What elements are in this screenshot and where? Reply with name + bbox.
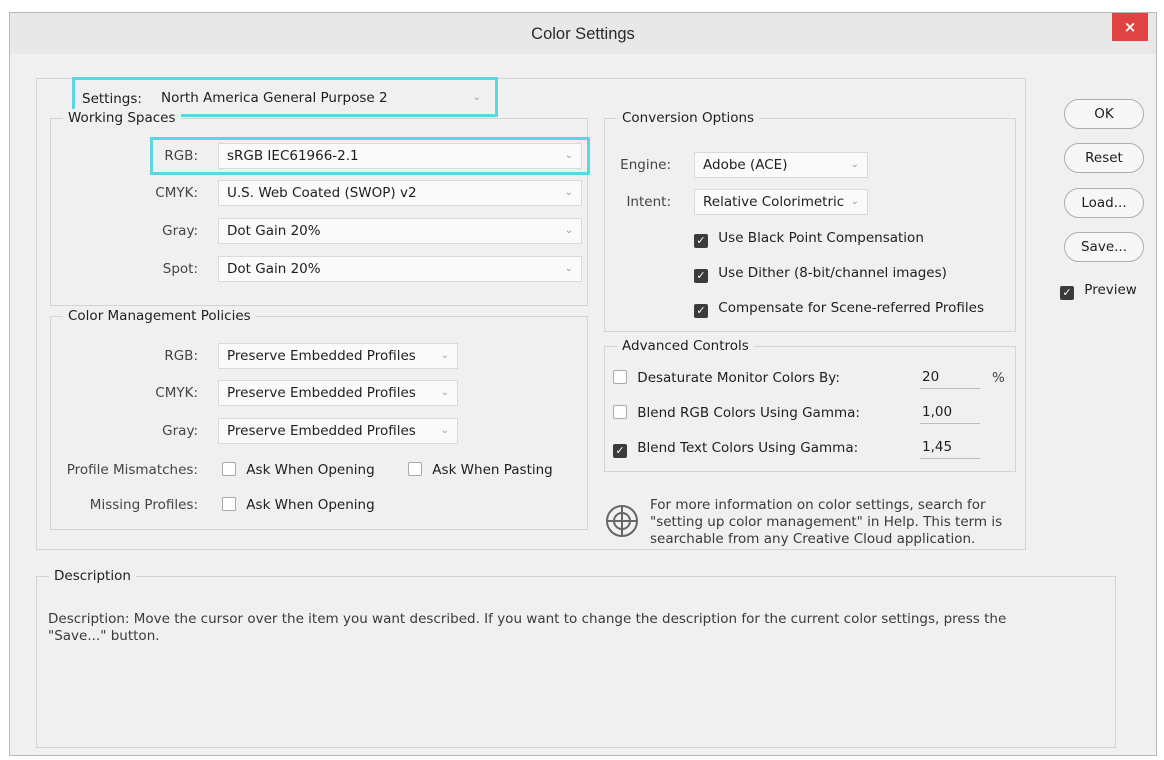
ask-when-opening-label: Ask When Opening	[246, 462, 375, 478]
ws-spot-label: Spot:	[162, 261, 198, 277]
policies-title: Color Management Policies	[63, 307, 256, 325]
engine-value: Adobe (ACE)	[703, 157, 788, 173]
blend-text-checkbox[interactable]: ✓ Blend Text Colors Using Gamma:	[613, 440, 858, 458]
dither-label: Use Dither (8-bit/channel images)	[718, 265, 947, 281]
desaturate-checkbox[interactable]: Desaturate Monitor Colors By:	[613, 370, 840, 386]
profile-mismatches-label: Profile Mismatches:	[66, 462, 198, 478]
intent-select[interactable]: Relative Colorimetric ⌄	[694, 189, 868, 215]
close-button[interactable]: ×	[1112, 13, 1148, 41]
chevron-down-icon: ⌄	[440, 350, 449, 361]
chevron-down-icon: ⌄	[564, 187, 573, 198]
ask-when-opening-checkbox[interactable]: Ask When Opening	[222, 462, 375, 478]
advanced-controls-title: Advanced Controls	[617, 337, 754, 355]
missing-profiles-label: Missing Profiles:	[89, 497, 198, 513]
info-text: For more information on color settings, …	[650, 497, 1003, 547]
settings-label: Settings:	[82, 91, 142, 107]
ws-rgb-label: RGB:	[164, 148, 198, 164]
description-title: Description	[49, 567, 136, 585]
checkmark-icon: ✓	[694, 234, 708, 248]
pol-rgb-label: RGB:	[164, 348, 198, 364]
chevron-down-icon: ⌄	[564, 150, 573, 161]
dialog-title: Color Settings	[531, 25, 635, 43]
scene-referred-label: Compensate for Scene-referred Profiles	[718, 300, 985, 316]
preview-label: Preview	[1084, 282, 1137, 298]
settings-select[interactable]: North America General Purpose 2 ⌄	[152, 85, 490, 111]
ws-gray-select[interactable]: Dot Gain 20% ⌄	[218, 218, 582, 244]
intent-value: Relative Colorimetric	[703, 194, 845, 210]
ws-cmyk-select[interactable]: U.S. Web Coated (SWOP) v2 ⌄	[218, 180, 582, 206]
ws-rgb-value: sRGB IEC61966-2.1	[227, 148, 359, 164]
desaturate-input[interactable]: 20	[920, 366, 980, 389]
dither-checkbox[interactable]: ✓ Use Dither (8-bit/channel images)	[694, 265, 947, 283]
pol-cmyk-select[interactable]: Preserve Embedded Profiles ⌄	[218, 380, 458, 406]
ws-spot-select[interactable]: Dot Gain 20% ⌄	[218, 256, 582, 282]
conversion-options-title: Conversion Options	[617, 109, 760, 127]
chevron-down-icon: ⌄	[472, 92, 481, 103]
description-group: Description	[36, 567, 1116, 748]
load-button[interactable]: Load...	[1064, 188, 1144, 218]
pol-gray-select[interactable]: Preserve Embedded Profiles ⌄	[218, 418, 458, 444]
ok-button[interactable]: OK	[1064, 99, 1144, 129]
pol-cmyk-value: Preserve Embedded Profiles	[227, 385, 416, 401]
ask-when-pasting-checkbox[interactable]: Ask When Pasting	[408, 462, 553, 478]
desaturate-unit: %	[992, 370, 1005, 386]
chevron-down-icon: ⌄	[564, 225, 573, 236]
chevron-down-icon: ⌄	[440, 425, 449, 436]
chevron-down-icon: ⌄	[564, 263, 573, 274]
scene-referred-checkbox[interactable]: ✓ Compensate for Scene-referred Profiles	[694, 300, 984, 318]
ws-cmyk-value: U.S. Web Coated (SWOP) v2	[227, 185, 417, 201]
pol-gray-value: Preserve Embedded Profiles	[227, 423, 416, 439]
ws-cmyk-label: CMYK:	[155, 185, 198, 201]
description-text: Description: Move the cursor over the it…	[48, 611, 1007, 644]
ws-spot-value: Dot Gain 20%	[227, 261, 321, 277]
chevron-down-icon: ⌄	[850, 196, 859, 207]
ws-gray-label: Gray:	[162, 223, 198, 239]
pol-cmyk-label: CMYK:	[155, 385, 198, 401]
checkbox-icon	[408, 462, 422, 476]
checkbox-icon	[222, 497, 236, 511]
working-spaces-title: Working Spaces	[63, 109, 181, 127]
chevron-down-icon: ⌄	[440, 387, 449, 398]
checkbox-icon	[613, 370, 627, 384]
blend-text-input[interactable]: 1,45	[920, 436, 980, 459]
checkmark-icon: ✓	[694, 269, 708, 283]
globe-info-icon	[606, 505, 638, 537]
engine-label: Engine:	[620, 157, 671, 173]
engine-select[interactable]: Adobe (ACE) ⌄	[694, 152, 868, 178]
blend-rgb-checkbox[interactable]: Blend RGB Colors Using Gamma:	[613, 405, 860, 421]
pol-rgb-value: Preserve Embedded Profiles	[227, 348, 416, 364]
pol-rgb-select[interactable]: Preserve Embedded Profiles ⌄	[218, 343, 458, 369]
intent-label: Intent:	[626, 194, 671, 210]
preview-checkbox[interactable]: ✓ Preview	[1060, 282, 1137, 300]
blend-text-label: Blend Text Colors Using Gamma:	[637, 440, 859, 456]
blend-rgb-label: Blend RGB Colors Using Gamma:	[637, 405, 860, 421]
pol-gray-label: Gray:	[162, 423, 198, 439]
title-bar: Color Settings ×	[10, 13, 1156, 54]
black-point-label: Use Black Point Compensation	[718, 230, 924, 246]
desaturate-label: Desaturate Monitor Colors By:	[637, 370, 840, 386]
ws-rgb-select[interactable]: sRGB IEC61966-2.1 ⌄	[218, 143, 582, 169]
save-button[interactable]: Save...	[1064, 232, 1144, 262]
reset-button[interactable]: Reset	[1064, 143, 1144, 173]
blend-rgb-input[interactable]: 1,00	[920, 401, 980, 424]
ask-when-pasting-label: Ask When Pasting	[432, 462, 553, 478]
ws-gray-value: Dot Gain 20%	[227, 223, 321, 239]
checkmark-icon: ✓	[694, 304, 708, 318]
missing-ask-when-opening-label: Ask When Opening	[246, 497, 375, 513]
black-point-checkbox[interactable]: ✓ Use Black Point Compensation	[694, 230, 924, 248]
checkmark-icon: ✓	[613, 444, 627, 458]
checkbox-icon	[613, 405, 627, 419]
settings-value: North America General Purpose 2	[161, 90, 388, 106]
checkmark-icon: ✓	[1060, 286, 1074, 300]
missing-ask-when-opening-checkbox[interactable]: Ask When Opening	[222, 497, 375, 513]
color-settings-dialog: Color Settings × Settings: North America…	[9, 12, 1157, 756]
chevron-down-icon: ⌄	[850, 159, 859, 170]
checkbox-icon	[222, 462, 236, 476]
